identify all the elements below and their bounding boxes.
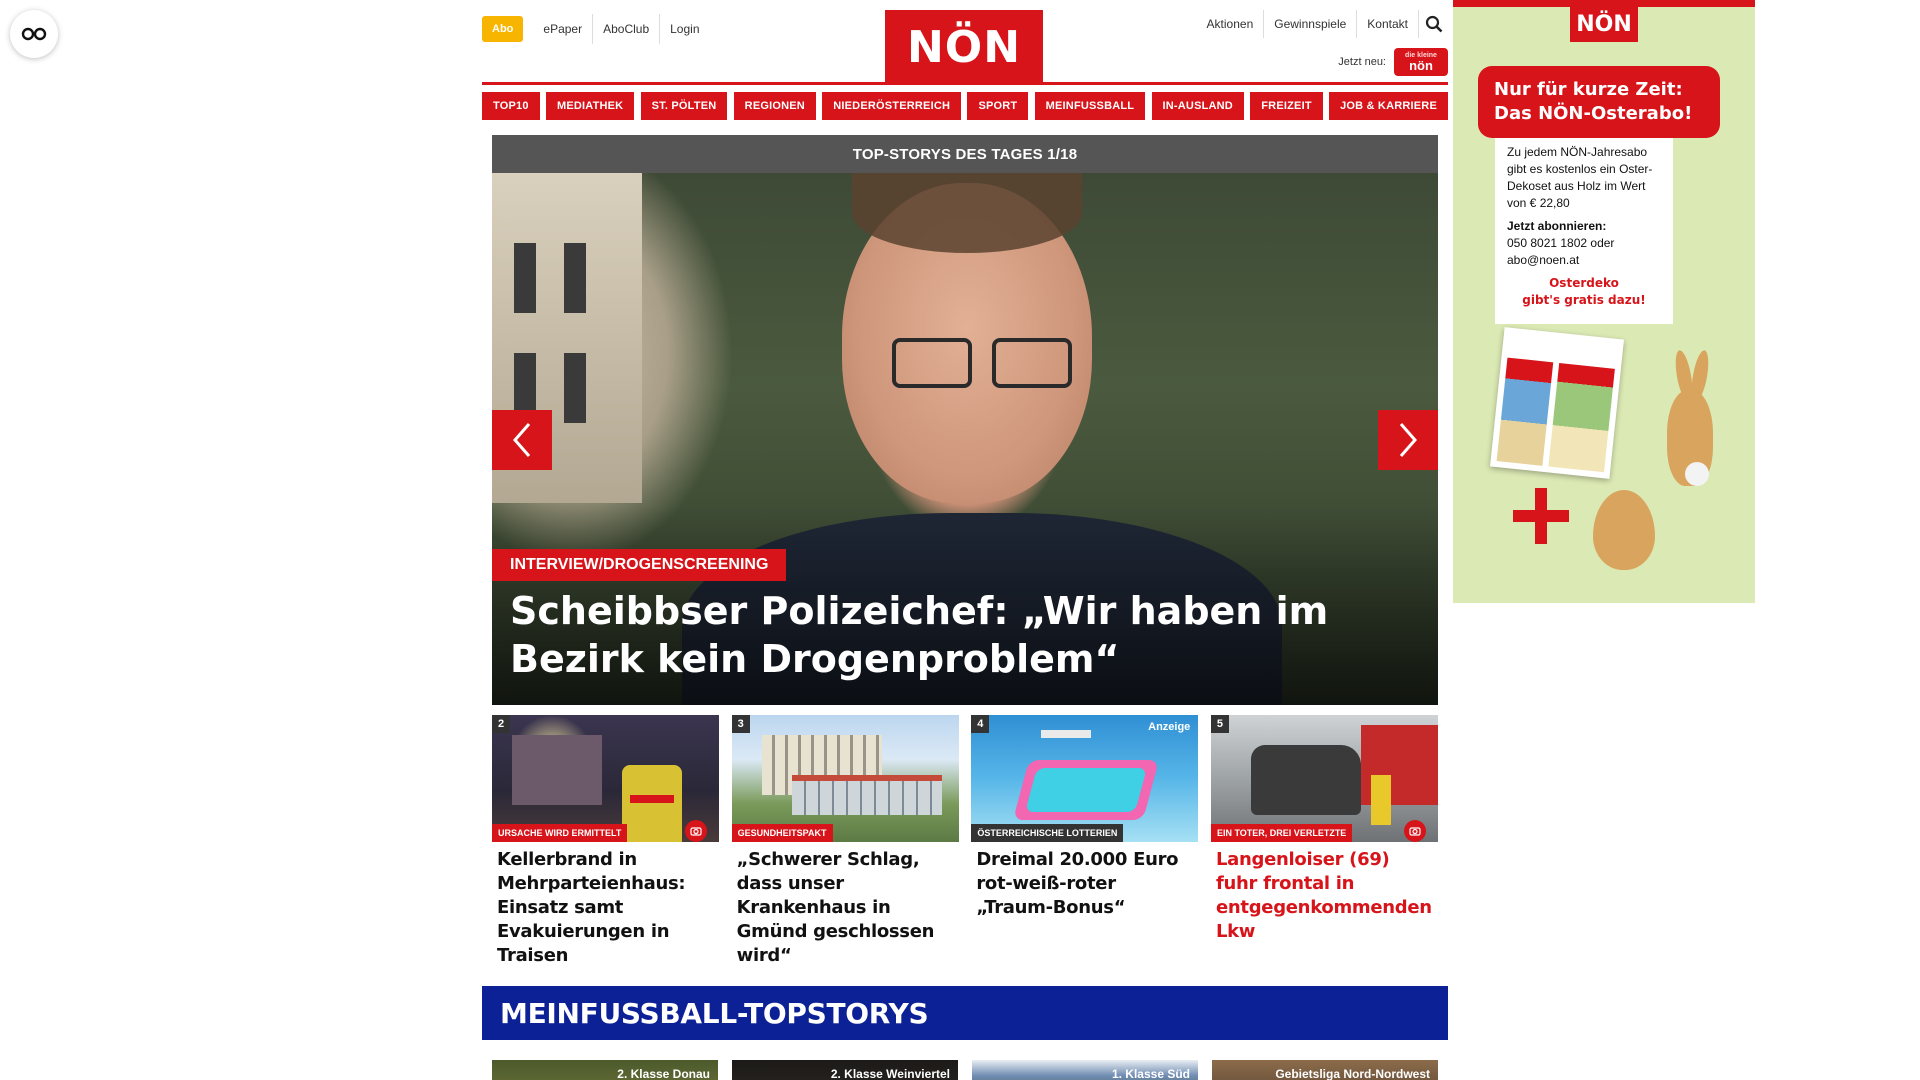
nav-regionen[interactable]: REGIONEN (733, 92, 816, 120)
photo-building (512, 735, 602, 805)
chevron-right-icon (1399, 423, 1417, 457)
glasses-icon (21, 27, 47, 41)
football-story-thumb[interactable]: 1. Klasse Süd (972, 1060, 1198, 1080)
abo-button[interactable]: Abo (482, 16, 524, 42)
top-links: Abo ePaper AboClub Login (482, 14, 710, 44)
football-story-thumb[interactable]: Gebietsliga Nord-Nordwest (1212, 1060, 1438, 1080)
osterabo-ad[interactable]: NÖN Nur für kurze Zeit: Das NÖN-Osterabo… (1453, 0, 1755, 603)
slider-title: TOP-STORYS DES TAGES 1/18 (492, 135, 1438, 173)
story-image[interactable]: 5 EIN TOTER, DREI VERLETZTE (1210, 715, 1438, 842)
nav-sport[interactable]: SPORT (967, 92, 1029, 120)
slider-next-button[interactable] (1378, 410, 1438, 470)
jetzt-neu: Jetzt neu: die kleine nön (1338, 48, 1448, 76)
photo-firefighter (622, 765, 682, 842)
nav-niederoesterreich[interactable]: NIEDERÖSTERREICH (822, 92, 962, 120)
story-kicker: URSACHE WIRD ERMITTELT (492, 824, 628, 842)
photo-building-annex (791, 775, 942, 815)
plus-icon (1513, 488, 1569, 544)
story-kicker: EIN TOTER, DREI VERLETZTE (1210, 824, 1353, 842)
story-cards: 2 URSACHE WIRD ERMITTELT Kellerbrand in … (492, 715, 1438, 968)
right-links: Aktionen Gewinnspiele Kontakt (1197, 10, 1448, 38)
nav-in-ausland[interactable]: IN-AUSLAND (1151, 92, 1244, 120)
kleine-noen-text: nön (1409, 58, 1433, 73)
ad-highlight-line2: gibt's gratis dazu! (1522, 293, 1646, 307)
ad-highlight-line1: Osterdeko (1549, 276, 1619, 290)
ad-badge: Anzeige (1148, 721, 1191, 733)
camera-icon (685, 820, 707, 842)
aktionen-link[interactable]: Aktionen (1197, 10, 1264, 38)
search-icon[interactable] (1418, 10, 1448, 38)
site-logo[interactable]: NÖN (885, 10, 1043, 84)
ad-logo: NÖN (1570, 6, 1638, 42)
ad-headline-line1: Nur für kurze Zeit: (1494, 79, 1683, 100)
nav-meinfussball[interactable]: MEINFUSSBALL (1034, 92, 1146, 120)
football-story-thumb[interactable]: 2. Klasse Donau (492, 1060, 718, 1080)
hero-photo-glasses (892, 338, 1072, 388)
ad-text-panel: Zu jedem NÖN-Jahresabo gibt es kostenlos… (1495, 138, 1673, 324)
nav-job-karriere[interactable]: JOB & KARRIERE (1329, 92, 1448, 120)
ad-headline: Nur für kurze Zeit: Das NÖN-Osterabo! (1478, 66, 1720, 138)
ad-headline-line2: Das NÖN-Osterabo! (1494, 103, 1693, 124)
camera-icon (1403, 820, 1426, 842)
nav-mediathek[interactable]: MEDIATHEK (545, 92, 635, 120)
section-heading: MEINFUSSBALL-TOPSTORYS (482, 986, 1448, 1040)
story-title[interactable]: Langenloiser (69) fuhr frontal in entgeg… (1211, 848, 1438, 944)
hero-story[interactable]: INTERVIEW/DROGENSCREENING Scheibbser Pol… (492, 173, 1438, 705)
slider-prev-button[interactable] (492, 410, 552, 470)
site-header: Abo ePaper AboClub Login NÖN Aktionen Ge… (482, 0, 1448, 86)
league-label: 2. Klasse Weinviertel (830, 1067, 950, 1080)
story-kicker: GESUNDHEITSPAKT (731, 824, 833, 842)
login-link[interactable]: Login (659, 14, 709, 44)
jetzt-neu-label: Jetzt neu: (1338, 56, 1386, 68)
hero-kicker: INTERVIEW/DROGENSCREENING (492, 549, 787, 581)
league-label: 2. Klasse Donau (617, 1067, 710, 1080)
hero-headline[interactable]: Scheibbser Polizeichef: „Wir haben im Be… (510, 587, 1390, 683)
story-image[interactable]: 2 URSACHE WIRD ERMITTELT (492, 715, 719, 842)
story-title[interactable]: Dreimal 20.000 Euro rot-weiß-roter „Trau… (971, 848, 1198, 920)
top-stories-slider: TOP-STORYS DES TAGES 1/18 INTERVIEW/DROG… (492, 135, 1438, 705)
meinfussball-thumbs: 2. Klasse Donau 2. Klasse Weinviertel 1.… (492, 1060, 1438, 1080)
story-card[interactable]: 2 URSACHE WIRD ERMITTELT Kellerbrand in … (492, 715, 719, 968)
rabbit-decoration-image (1667, 349, 1713, 490)
reader-mode-button[interactable] (10, 10, 58, 58)
photo-diving-board (1041, 730, 1092, 738)
ad-cta-label: Jetzt abonnieren: (1507, 219, 1607, 233)
kleine-noen-badge[interactable]: die kleine nön (1394, 48, 1448, 76)
ad-cta-contact: 050 8021 1802 oder abo@noen.at (1507, 236, 1615, 267)
story-rank: 5 (1210, 715, 1229, 733)
story-kicker: ÖSTERREICHISCHE LOTTERIEN (971, 824, 1124, 842)
kontakt-link[interactable]: Kontakt (1356, 10, 1418, 38)
league-label: 1. Klasse Süd (1111, 1067, 1190, 1080)
ad-magazine-image (1490, 327, 1624, 479)
league-label: Gebietsliga Nord-Nordwest (1275, 1067, 1430, 1080)
story-card[interactable]: 4 Anzeige ÖSTERREICHISCHE LOTTERIEN Drei… (971, 715, 1199, 968)
ad-highlight: Osterdeko gibt's gratis dazu! (1507, 275, 1661, 309)
logo-text: NÖN (906, 21, 1022, 73)
gewinnspiele-link[interactable]: Gewinnspiele (1263, 10, 1356, 38)
story-title[interactable]: Kellerbrand in Mehrparteienhaus: Einsatz… (492, 848, 719, 968)
nav-st-poelten[interactable]: ST. PÖLTEN (640, 92, 728, 120)
aboclub-link[interactable]: AboClub (592, 14, 659, 44)
photo-wrecked-car (1250, 745, 1361, 815)
photo-firefighter (1370, 775, 1391, 825)
hero-photo-person-hair (852, 173, 1082, 253)
story-title[interactable]: „Schwerer Schlag, dass unser Krankenhaus… (732, 848, 959, 968)
story-rank: 4 (971, 715, 990, 733)
story-card[interactable]: 3 GESUNDHEITSPAKT „Schwerer Schlag, dass… (731, 715, 959, 968)
story-card[interactable]: 5 EIN TOTER, DREI VERLETZTE Langenloiser… (1210, 715, 1438, 968)
epaper-link[interactable]: ePaper (533, 14, 592, 44)
chevron-left-icon (513, 423, 531, 457)
football-story-thumb[interactable]: 2. Klasse Weinviertel (732, 1060, 958, 1080)
main-nav: TOP10 MEDIATHEK ST. PÖLTEN REGIONEN NIED… (482, 92, 1448, 120)
story-image[interactable]: 4 Anzeige ÖSTERREICHISCHE LOTTERIEN (971, 715, 1199, 842)
story-image[interactable]: 3 GESUNDHEITSPAKT (731, 715, 959, 842)
story-rank: 2 (492, 715, 510, 733)
header-divider (482, 82, 1448, 85)
photo-pool (1013, 760, 1160, 820)
nav-freizeit[interactable]: FREIZEIT (1250, 92, 1323, 120)
egg-decoration-image (1593, 490, 1655, 570)
nav-top10[interactable]: TOP10 (482, 92, 540, 120)
ad-body: Zu jedem NÖN-Jahresabo gibt es kostenlos… (1507, 145, 1653, 210)
story-rank: 3 (731, 715, 750, 733)
